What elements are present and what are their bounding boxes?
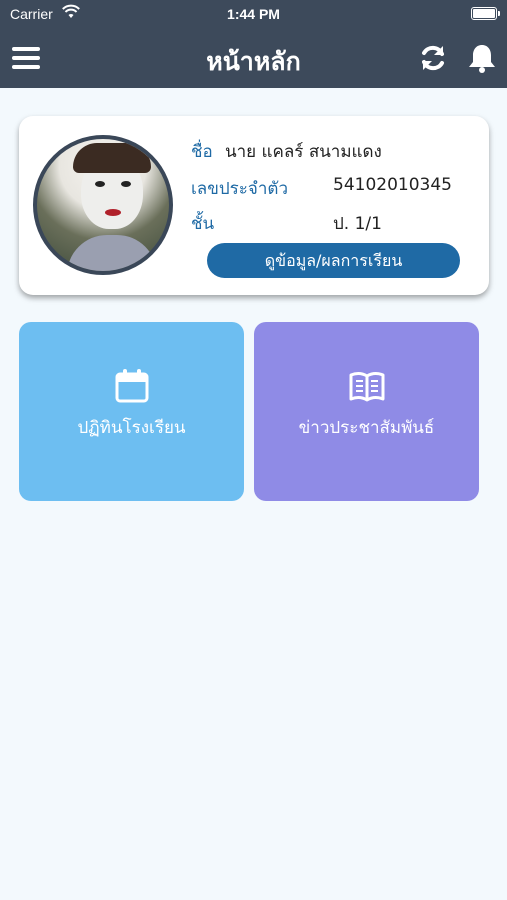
tile-label: ข่าวประชาสัมพันธ์ [298,418,435,438]
student-name: นาย แคลร์ สนามแดง [225,142,382,162]
name-label: ชื่อ [191,142,213,162]
refresh-icon[interactable] [418,43,448,73]
avatar [33,135,173,275]
status-bar: Carrier 1:44 PM [0,0,507,28]
student-id: 54102010345 [333,175,452,195]
top-bar: Carrier 1:44 PM หน้าหลัก [0,0,507,88]
view-details-button[interactable]: ดูข้อมูล/ผลการเรียน [207,243,460,278]
battery-icon [471,7,500,20]
student-id-label: เลขประจำตัว [191,179,288,199]
student-class: ป. 1/1 [333,214,382,234]
tile-label: ปฏิทินโรงเรียน [77,418,186,438]
class-label: ชั้น [191,214,215,234]
bell-icon[interactable] [466,42,498,74]
calendar-icon [115,369,149,403]
news-tile[interactable]: ข่าวประชาสัมพันธ์ [254,322,479,501]
book-icon [349,372,385,402]
student-profile-card: ชื่อ นาย แคลร์ สนามแดง เลขประจำตัว 54102… [19,116,489,295]
navigation-bar: หน้าหลัก [0,30,507,88]
school-calendar-tile[interactable]: ปฏิทินโรงเรียน [19,322,244,501]
status-time: 1:44 PM [227,6,280,22]
